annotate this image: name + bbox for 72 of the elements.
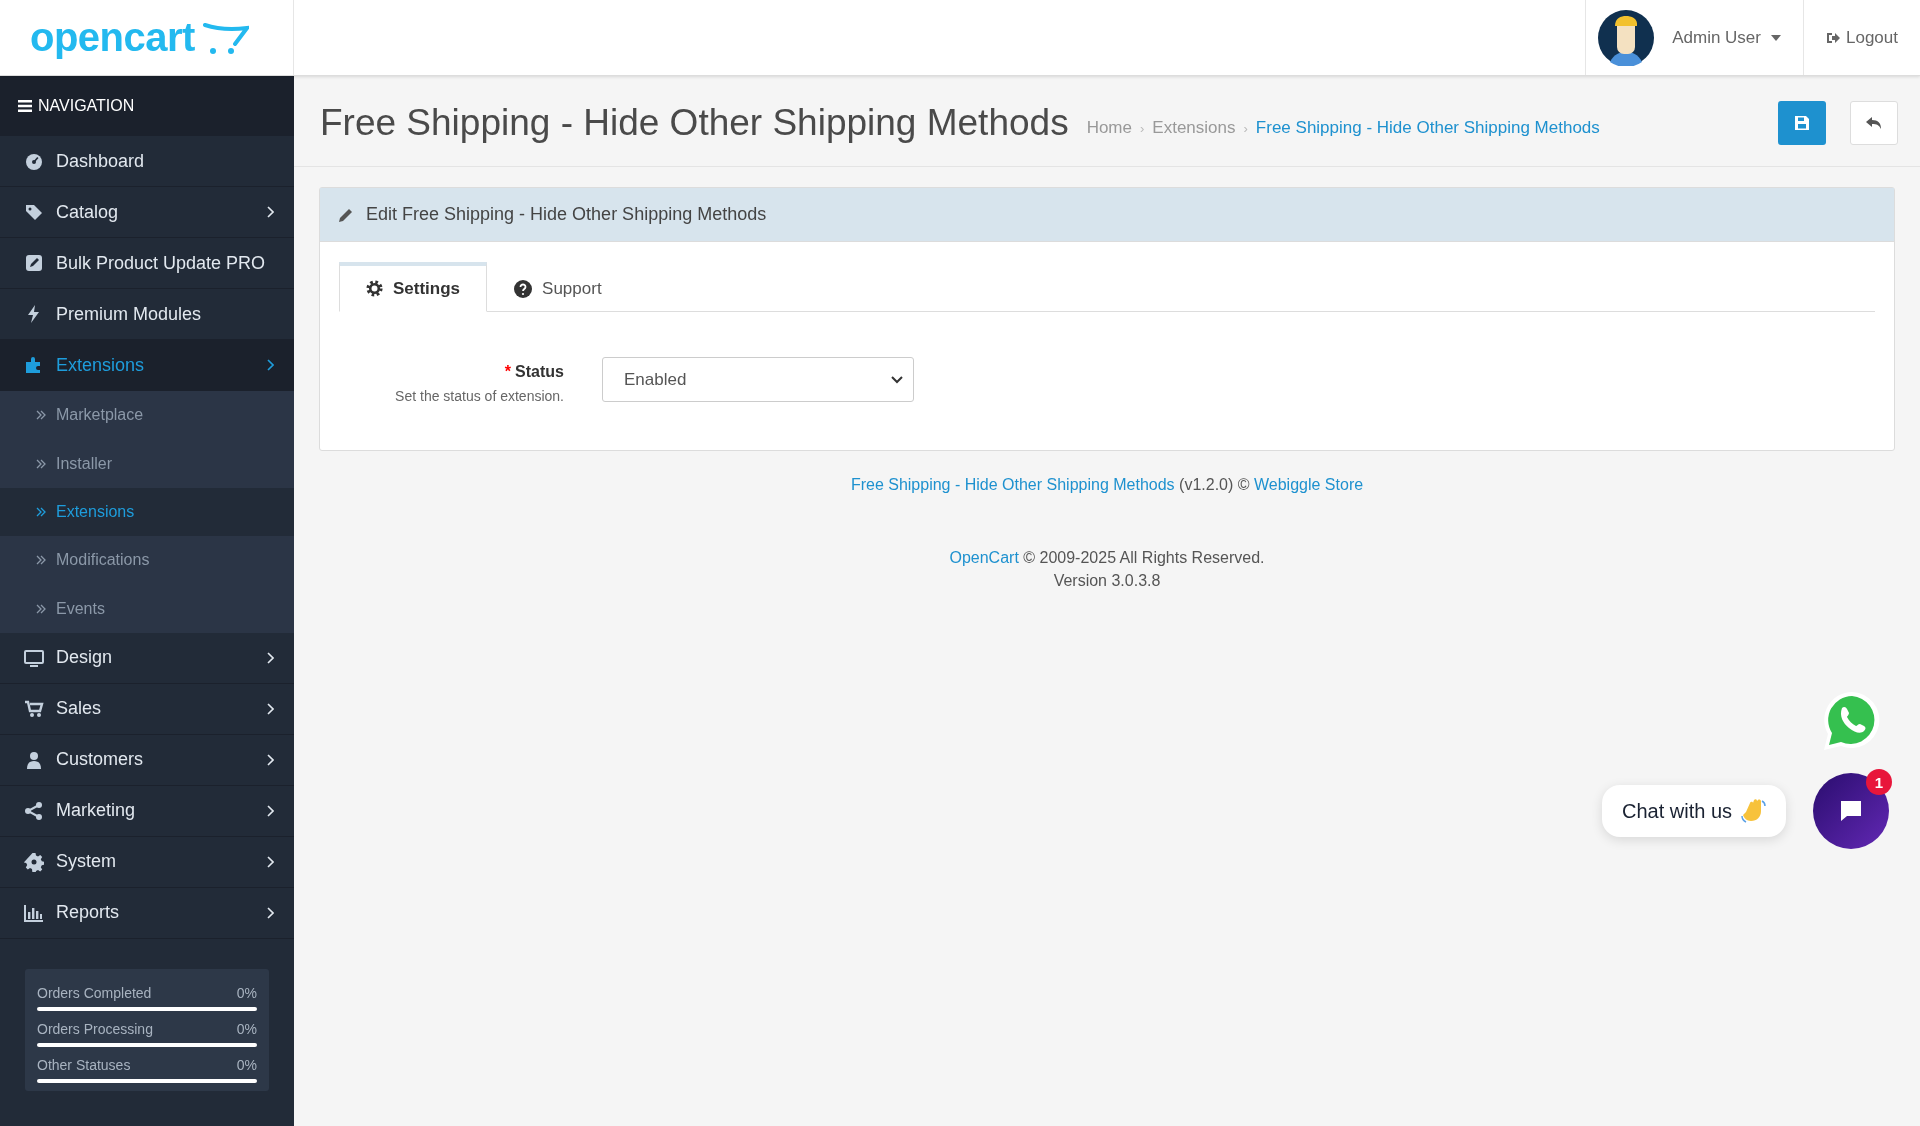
gear-icon <box>366 280 383 297</box>
logout-link[interactable]: Logout <box>1804 0 1920 75</box>
stat-label: Orders Processing <box>37 1020 153 1037</box>
stat-value: 0% <box>236 1056 257 1073</box>
tab[interactable]: Settings <box>339 262 488 312</box>
submenu-item[interactable]: Installer <box>0 439 294 488</box>
avatar[interactable] <box>1598 9 1655 66</box>
save-button[interactable] <box>1778 101 1826 145</box>
sidebar-item[interactable]: Customers <box>0 734 294 786</box>
credit-text: Free Shipping - Hide Other Shipping Methods (v1.2.0) © Webiggle Store <box>850 476 1364 493</box>
chat-prompt[interactable]: Chat with us <box>1602 785 1787 837</box>
help-icon <box>514 279 533 298</box>
stat-value: 0% <box>236 1020 257 1037</box>
stat-label: Orders Completed <box>37 984 152 1001</box>
cart-icon <box>24 698 44 719</box>
share-icon <box>24 800 44 821</box>
double-chevron-icon <box>36 506 46 517</box>
breadcrumb-separator: › <box>1243 120 1248 136</box>
sidebar-item[interactable]: Dashboard <box>0 136 294 187</box>
chat-icon <box>1838 798 1864 824</box>
copyright-text: OpenCart © 2009-2025 All Rights Reserved. <box>949 549 1265 566</box>
version-text: Version 3.0.3.8 <box>1053 572 1161 589</box>
user-icon <box>24 749 44 770</box>
sidebar-item[interactable]: Design <box>0 632 294 684</box>
sidebar-item[interactable]: Bulk Product Update PRO <box>0 238 294 289</box>
logout-icon <box>1826 31 1840 44</box>
field-label: * Status <box>504 363 564 381</box>
back-button[interactable] <box>1850 101 1898 145</box>
opencart-link[interactable]: OpenCart <box>949 549 1019 566</box>
caret-icon <box>1771 34 1781 41</box>
cart-icon <box>200 20 249 55</box>
breadcrumb-separator: › <box>1140 120 1145 136</box>
double-chevron-icon <box>36 410 46 421</box>
double-chevron-icon <box>36 458 46 469</box>
save-icon <box>1795 116 1809 130</box>
required-mark: * <box>504 363 512 380</box>
panel-heading: Edit Free Shipping - Hide Other Shipping Methods <box>366 204 767 225</box>
stat-value: 0% <box>236 984 257 1001</box>
menu-icon <box>18 100 32 112</box>
submenu-item[interactable]: Marketplace <box>0 391 294 440</box>
sidebar-item[interactable]: Extensions <box>0 340 294 391</box>
user-menu[interactable]: Admin User <box>1672 27 1781 48</box>
submenu-item[interactable]: Extensions <box>0 487 294 537</box>
sidebar-item[interactable]: Marketing <box>0 785 294 837</box>
module-link[interactable]: Free Shipping - Hide Other Shipping Methods <box>850 476 1175 493</box>
nav-title: NAVIGATION <box>38 97 135 115</box>
gear-icon <box>24 851 44 872</box>
monitor-icon <box>24 647 44 668</box>
notification-badge: 1 <box>1866 769 1892 795</box>
double-chevron-icon <box>36 555 46 566</box>
waving-hand-icon <box>1740 798 1767 824</box>
stat-label: Other Statuses <box>37 1056 131 1073</box>
help-text: Set the status of extension. <box>395 388 564 404</box>
dashboard-icon <box>24 151 44 171</box>
sidebar-item[interactable]: System <box>0 836 294 888</box>
edit-icon <box>24 253 44 273</box>
sidebar-item[interactable]: Reports <box>0 887 294 939</box>
tab[interactable]: Support <box>487 262 629 312</box>
chevron-down-icon <box>891 375 903 384</box>
submenu-item[interactable]: Modifications <box>0 536 294 585</box>
sidebar-item[interactable]: Catalog <box>0 187 294 238</box>
breadcrumb-link[interactable]: Free Shipping - Hide Other Shipping Methods <box>1255 118 1600 138</box>
sidebar-item[interactable]: Sales <box>0 683 294 735</box>
store-link[interactable]: Webiggle Store <box>1254 476 1364 493</box>
status-select[interactable]: Enabled <box>602 357 914 402</box>
page-title: Free Shipping - Hide Other Shipping Methods <box>320 102 1069 144</box>
double-chevron-icon <box>36 603 46 614</box>
submenu-item[interactable]: Events <box>0 584 294 633</box>
bar-chart-icon <box>24 902 44 923</box>
tag-icon <box>24 202 44 222</box>
pencil-icon <box>338 206 354 223</box>
back-icon <box>1866 116 1882 130</box>
